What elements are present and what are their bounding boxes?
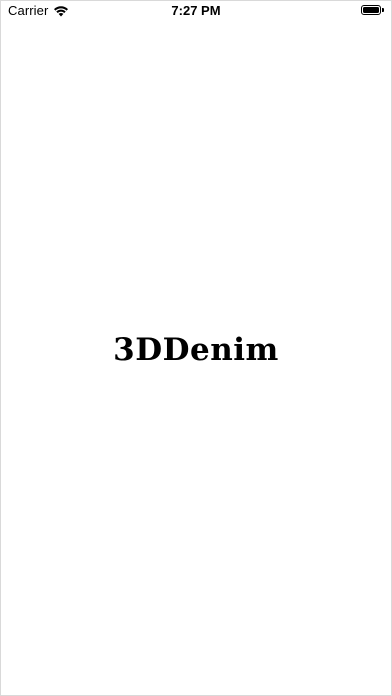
battery-cap [382, 8, 384, 12]
status-time: 7:27 PM [171, 3, 221, 18]
battery-body [361, 5, 381, 15]
app-screen: Carrier 7:27 PM 3DDenim [0, 0, 392, 696]
status-bar: Carrier 7:27 PM [1, 1, 391, 23]
battery-fill [363, 7, 379, 13]
battery-icon [361, 5, 385, 16]
splash-title: 3DDenim [113, 332, 279, 368]
